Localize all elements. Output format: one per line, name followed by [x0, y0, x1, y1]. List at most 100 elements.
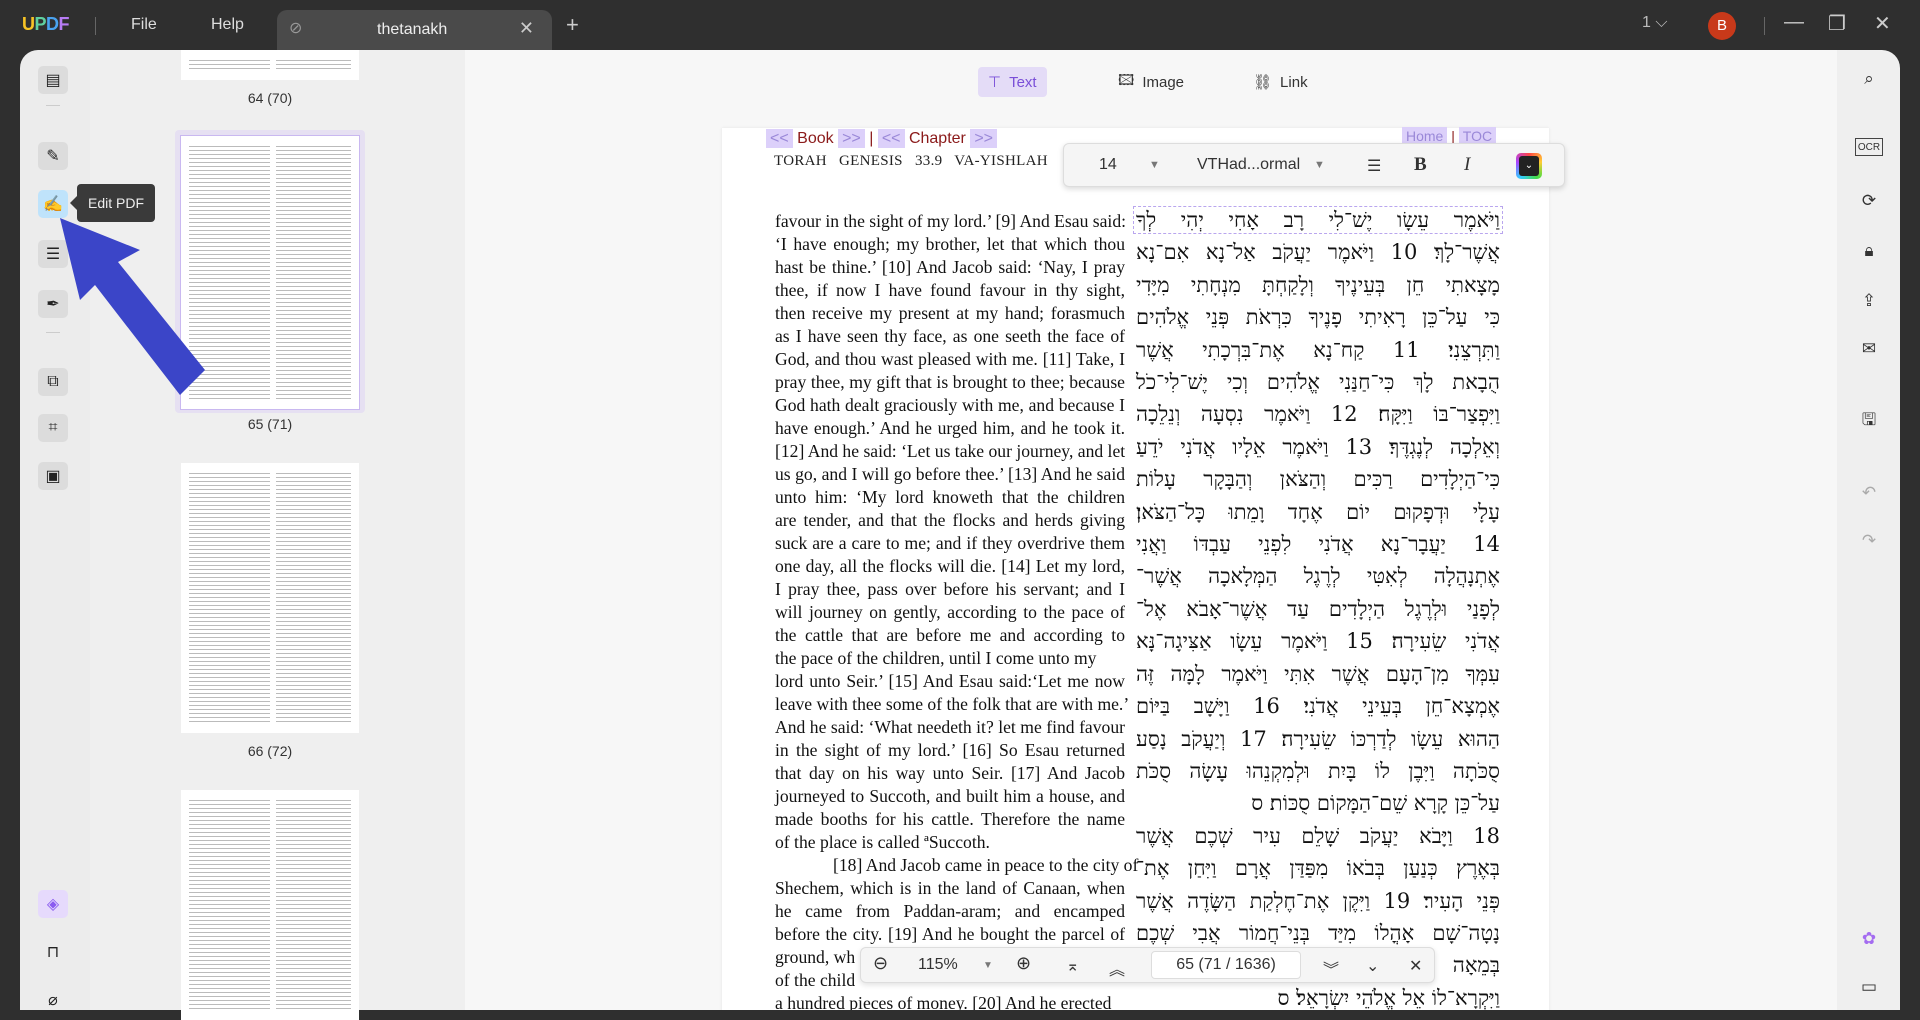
- comment-icon[interactable]: ▭: [1855, 974, 1883, 1000]
- edit-link-tool[interactable]: ⛓ Link: [1243, 67, 1318, 97]
- close-tab-icon[interactable]: ✕: [519, 18, 534, 39]
- english-line: hast be thine.’ [10] And Jacob said: ‘Na…: [775, 257, 1125, 277]
- english-line: have enough.’ And he urged him, and he t…: [775, 418, 1125, 438]
- english-line: unto him: ‘My lord knoweth that the chil…: [775, 487, 1125, 507]
- hebrew-line: אֲשֶׁר־לָךְ׃ 10 וַיֹּאמֶר יַעֲקֹב אַל־נָ…: [1136, 240, 1500, 265]
- title-bar: UPDF File Help ⊘ thetanakh ✕ + 1 ⌵ B — ❐…: [0, 0, 1920, 50]
- first-page-icon[interactable]: ⌅: [1066, 956, 1079, 976]
- english-line: God, and thou wast pleased with me. [11]…: [775, 349, 1125, 369]
- english-line: Shechem, which is in the land of Canaan,…: [775, 878, 1125, 898]
- page-thumbnail[interactable]: [181, 790, 359, 1020]
- font-size-select[interactable]: 14: [1099, 156, 1117, 174]
- page-number-input[interactable]: 65 (71 / 1636): [1151, 951, 1301, 979]
- last-page-icon[interactable]: ⌄: [1366, 956, 1379, 976]
- email-icon[interactable]: ✉: [1855, 336, 1883, 362]
- english-line: pray thee, my gift that is brought to th…: [775, 372, 1125, 392]
- english-line: lord unto Seir.’ [15] And Esau said:‘Let…: [775, 671, 1125, 691]
- hebrew-line: 18 וַיָּבֹא יַעֲקֹב שָׁלֵם עִיר שְׁכֶם א…: [1136, 823, 1500, 848]
- english-line: will journey on gently, according to the…: [775, 602, 1125, 622]
- window-count: 1: [1642, 14, 1651, 31]
- link-tool-label: Link: [1280, 73, 1308, 91]
- edit-text-tool[interactable]: ⊤ Text: [978, 67, 1047, 97]
- english-line: suck are a care to me; and if they overd…: [775, 533, 1125, 553]
- hebrew-line: וְאֵלְכָה לְנֶגְדֶּךָ׃ 13 וַיֹּאמֶר אֵלָ…: [1136, 434, 1500, 459]
- font-name-select[interactable]: VTHad...ormal: [1197, 156, 1300, 174]
- close-window-button[interactable]: ✕: [1874, 11, 1891, 36]
- hebrew-text-column[interactable]: וַיֹּאמֶר עֵשָׂו יֶשׁ־לִי רָב אָחִי יְהִ…: [1136, 204, 1500, 1010]
- image-tool-label: Image: [1142, 73, 1185, 91]
- hebrew-line: כִּי־הַיְלָדִים רַכִּים וְהַצֹּאן וְהַבָ…: [1136, 467, 1500, 492]
- english-line: journeyed to Succoth, and built him a ho…: [775, 786, 1125, 806]
- page-navigation-bar: ⊖ 115% ▼ ⊕ ⌅ ︽ 65 (71 / 1636) ︾ ⌄ ✕: [860, 947, 1435, 983]
- text-tool-icon: ⊤: [988, 74, 1002, 91]
- bold-button[interactable]: B: [1414, 154, 1427, 176]
- english-line: one day, all the flocks will die. [14] L…: [775, 556, 1125, 576]
- chevron-down-icon[interactable]: ▼: [1314, 159, 1325, 171]
- new-tab-button[interactable]: +: [566, 12, 579, 38]
- tab-title: thetanakh: [377, 21, 448, 38]
- redo-icon[interactable]: ↷: [1855, 528, 1883, 554]
- watermark-icon[interactable]: ▣: [38, 462, 68, 490]
- edit-image-tool[interactable]: 🖾 Image: [1108, 67, 1194, 97]
- chevron-down-icon[interactable]: ▼: [1149, 159, 1160, 171]
- hebrew-line: הַהוּא עֵשָׂו לְדַרְכּוֹ שֵׂעִירָה׃ 17 ו…: [1136, 726, 1500, 751]
- next-page-icon[interactable]: ︾: [1323, 956, 1339, 980]
- english-line: leave with thee some of the folk that ar…: [775, 694, 1130, 714]
- prev-book-link[interactable]: <<: [766, 129, 793, 148]
- window-selector[interactable]: 1 ⌵: [1642, 14, 1667, 32]
- next-chapter-link[interactable]: >>: [970, 129, 998, 148]
- hebrew-line: סֻכֹּתָה וַיִּבֶן לוֹ בָּיִת וּלְמִקְנֵה…: [1136, 758, 1500, 783]
- chevron-down-icon[interactable]: ▼: [983, 960, 993, 971]
- english-line: us go, and I will go before thee.’ [13] …: [775, 464, 1125, 484]
- ai-assistant-icon[interactable]: ✿: [1855, 926, 1883, 952]
- book-link[interactable]: Book: [797, 130, 833, 147]
- undo-icon[interactable]: ↶: [1855, 480, 1883, 506]
- search-icon[interactable]: ⌕: [1855, 66, 1883, 92]
- english-text-column[interactable]: favour in the sight of my lord.’ [9] And…: [775, 210, 1138, 1010]
- align-icon[interactable]: ☰: [1367, 156, 1381, 176]
- close-nav-icon[interactable]: ✕: [1409, 956, 1422, 976]
- home-toc-nav: Home | TOC: [1402, 127, 1497, 145]
- convert-icon[interactable]: ⟳: [1855, 188, 1883, 214]
- minimize-button[interactable]: —: [1784, 11, 1804, 34]
- hebrew-line: מָצָאתִי חֵן בְּעֵינֶיךָ וְלָקַחְתָּ מִנ…: [1136, 272, 1500, 297]
- maximize-button[interactable]: ❐: [1828, 11, 1846, 36]
- divider: [1764, 17, 1765, 35]
- ocr-icon[interactable]: OCR: [1855, 138, 1883, 156]
- italic-button[interactable]: I: [1464, 154, 1470, 176]
- document-tab[interactable]: ⊘ thetanakh ✕: [277, 10, 552, 50]
- protect-icon[interactable]: 🔒︎: [1855, 238, 1883, 264]
- english-line: that day on his way unto Seir. [17] And …: [775, 763, 1125, 783]
- english-line: in the sight of my lord.’ [16] So Esau r…: [775, 740, 1125, 760]
- hebrew-line: וַיִּקְרָא־לוֹ אֵל אֱלֹהֵי יִשְׂרָאֵל׃ ס: [1277, 985, 1500, 1010]
- english-line: before the city. [19] And he bought the …: [775, 924, 1125, 944]
- nav-divider: |: [869, 130, 874, 147]
- zoom-level[interactable]: 115%: [918, 956, 958, 974]
- english-line: as I have seen thy face, as one seeth th…: [775, 326, 1125, 346]
- save-icon[interactable]: 🖫: [1855, 408, 1883, 434]
- previous-page-icon[interactable]: ︽: [1109, 956, 1125, 980]
- hebrew-line: לְפָנַי וּלְרֶגֶל הַיְלָדִים עַד אֲשֶׁר־…: [1136, 596, 1500, 621]
- hebrew-line: וַיֹּאמֶר עֵשָׂו יֶשׁ־לִי רָב אָחִי יְהִ…: [1136, 208, 1500, 232]
- hebrew-line: אֲדֹנִי שֵׂעִירָה׃ 15 וַיֹּאמֶר עֵשָׂו א…: [1136, 629, 1500, 654]
- bookmark-icon[interactable]: ⊓: [38, 938, 68, 966]
- prev-chapter-link[interactable]: <<: [877, 129, 905, 148]
- english-line: God hath dealt graciously with me, and b…: [775, 395, 1125, 415]
- zoom-in-icon[interactable]: ⊕: [1016, 953, 1031, 974]
- layers-icon[interactable]: ◈: [38, 890, 68, 918]
- hebrew-line: עַל־כֵּן קָרָא שֵׁם־הַמָּקוֹם סֻכּוֹת׃ ס: [1251, 791, 1500, 816]
- english-line: the pace of the children, until I come u…: [775, 648, 1097, 668]
- hebrew-line: כִּי עַל־כֵּן רָאִיתִי פָנֶיךָ כִּרְאֹת …: [1136, 305, 1500, 330]
- chapter-link[interactable]: Chapter: [909, 130, 966, 147]
- page-thumbnail[interactable]: [181, 463, 359, 733]
- zoom-out-icon[interactable]: ⊖: [873, 953, 888, 974]
- next-book-link[interactable]: >>: [838, 129, 865, 148]
- share-icon[interactable]: ⇪: [1855, 288, 1883, 314]
- pdf-page: << Book >> | << Chapter >> Home | TOC TO…: [722, 127, 1549, 1010]
- image-icon: 🖾: [1118, 71, 1135, 89]
- avatar[interactable]: B: [1708, 12, 1736, 40]
- edit-off-icon: ⊘: [289, 20, 303, 37]
- hebrew-line: פְּנֵי הָעִיר׃ 19 וַיִּקֶן אֶת־חֶלְקַת ה…: [1136, 888, 1500, 913]
- text-color-picker[interactable]: ⌄: [1516, 153, 1542, 179]
- hebrew-line: נָטָה־שָׁם אָהֳלוֹ מִיַּד בְּנֵי־חֲמוֹר …: [1136, 920, 1500, 945]
